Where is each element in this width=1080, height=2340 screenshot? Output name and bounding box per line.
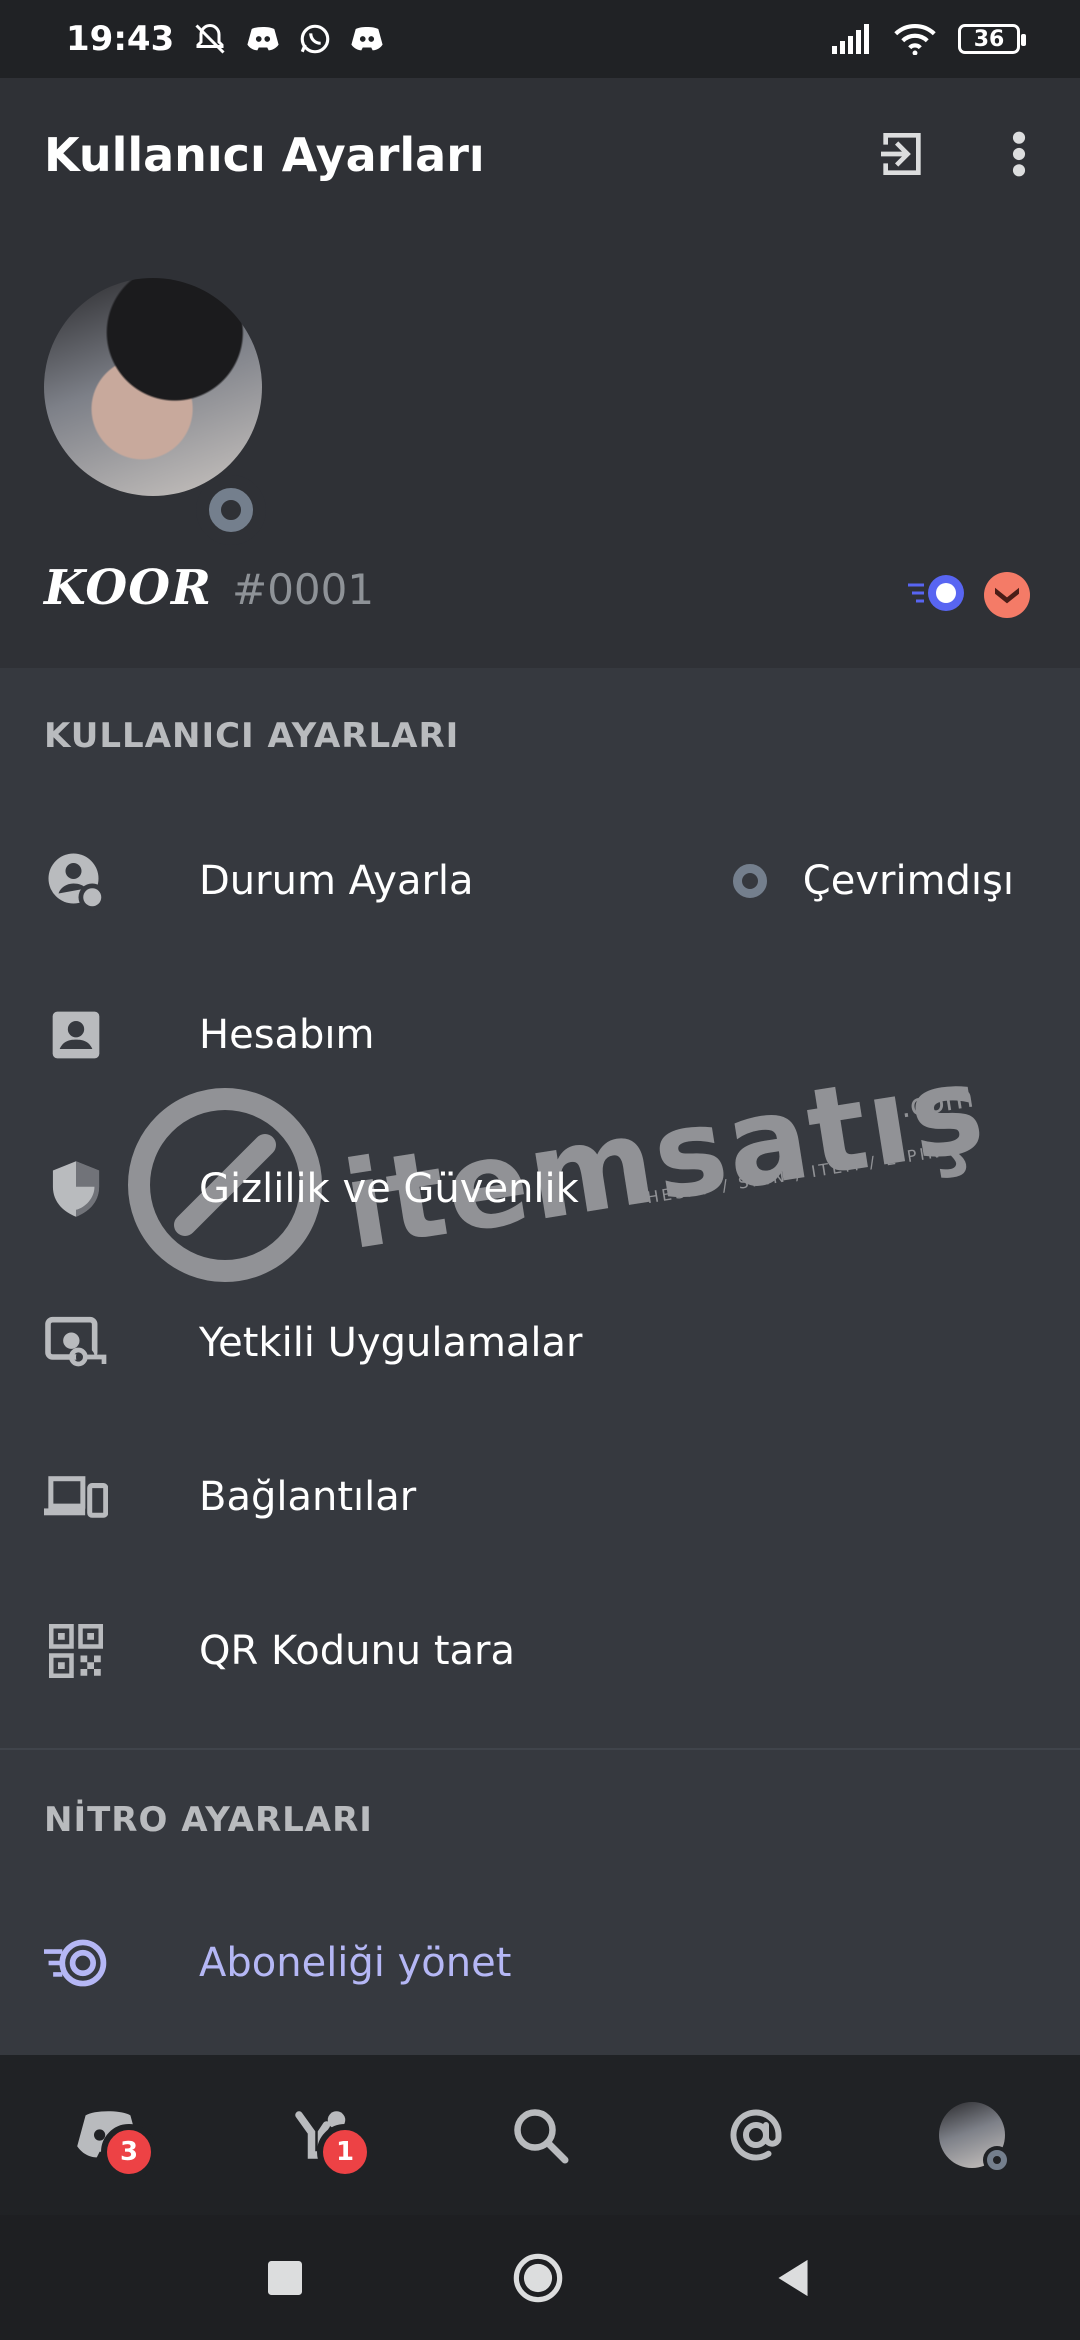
menu-label: Aboneliği yönet xyxy=(199,1940,512,1986)
status-icon xyxy=(44,849,108,913)
hypesquad-badge-icon[interactable] xyxy=(984,572,1030,618)
offline-status-icon xyxy=(732,864,767,898)
devices-icon xyxy=(44,1465,108,1529)
status-value-text: Çevrimdışı xyxy=(802,858,1014,904)
menu-item-connections[interactable]: Bağlantılar xyxy=(0,1427,1080,1567)
nitro-badge-icon[interactable] xyxy=(908,571,968,619)
system-nav-bar xyxy=(0,2215,1080,2340)
nav-friends[interactable]: 1 xyxy=(279,2090,373,2180)
mentions-icon xyxy=(730,2109,782,2161)
more-options-icon[interactable] xyxy=(1004,126,1034,186)
offline-status-icon xyxy=(983,2146,1011,2174)
divider xyxy=(0,1748,1080,1750)
nav-mentions[interactable] xyxy=(711,2090,801,2180)
profile-header: Kullanıcı Ayarları KOOR #0001 xyxy=(0,78,1080,668)
mute-icon xyxy=(192,21,228,57)
section-label-nitro-settings: NİTRO AYARLARI xyxy=(44,1800,373,1840)
menu-label: Durum Ayarla xyxy=(199,858,474,904)
battery-indicator: 36 xyxy=(958,24,1026,54)
whatsapp-icon xyxy=(298,22,332,56)
menu-item-my-account[interactable]: Hesabım xyxy=(0,965,1080,1105)
home-button-icon[interactable] xyxy=(512,2252,564,2304)
menu-item-manage-subscription[interactable]: Aboneliği yönet xyxy=(0,1893,1080,2033)
search-icon xyxy=(514,2109,569,2164)
notification-badge: 3 xyxy=(101,2124,157,2180)
page-title: Kullanıcı Ayarları xyxy=(44,128,485,182)
nav-profile[interactable] xyxy=(927,2090,1017,2180)
menu-label: Bağlantılar xyxy=(199,1474,417,1520)
notification-badge: 1 xyxy=(317,2124,373,2180)
qr-code-icon xyxy=(44,1619,108,1683)
nav-home[interactable]: 3 xyxy=(63,2090,157,2180)
back-button-icon[interactable] xyxy=(774,2258,812,2298)
discriminator: #0001 xyxy=(232,565,375,614)
recents-button-icon[interactable] xyxy=(268,2260,302,2295)
menu-label: Hesabım xyxy=(199,1012,375,1058)
logout-icon[interactable] xyxy=(874,126,930,186)
menu-item-authorized-apps[interactable]: Yetkili Uygulamalar xyxy=(0,1273,1080,1413)
signal-icon xyxy=(832,24,872,54)
discord-icon xyxy=(246,24,280,54)
nav-search[interactable] xyxy=(495,2090,585,2180)
shield-icon xyxy=(44,1157,108,1221)
menu-label: QR Kodunu tara xyxy=(199,1628,516,1674)
profile-avatar xyxy=(939,2102,1011,2174)
menu-label: Yetkili Uygulamalar xyxy=(199,1320,583,1366)
username: KOOR xyxy=(44,560,212,616)
status-value: Çevrimdışı xyxy=(732,858,1014,904)
menu-item-scan-qr[interactable]: QR Kodunu tara xyxy=(0,1581,1080,1721)
menu-item-set-status[interactable]: Durum Ayarla Çevrimdışı xyxy=(0,811,1080,951)
wifi-icon xyxy=(894,23,936,55)
discord-icon xyxy=(350,24,384,54)
avatar[interactable] xyxy=(44,278,262,496)
status-time: 19:43 xyxy=(66,19,175,59)
status-bar: 19:43 36 xyxy=(0,0,1080,78)
account-icon xyxy=(44,1003,108,1067)
authorized-apps-icon xyxy=(44,1311,108,1375)
bottom-nav: 3 1 xyxy=(0,2055,1080,2215)
menu-label: Gizlilik ve Güvenlik xyxy=(199,1166,579,1212)
section-label-user-settings: KULLANICI AYARLARI xyxy=(44,716,460,756)
offline-status-icon xyxy=(196,475,266,545)
menu-item-privacy-safety[interactable]: Gizlilik ve Güvenlik xyxy=(0,1119,1080,1259)
nitro-icon xyxy=(44,1931,108,1995)
